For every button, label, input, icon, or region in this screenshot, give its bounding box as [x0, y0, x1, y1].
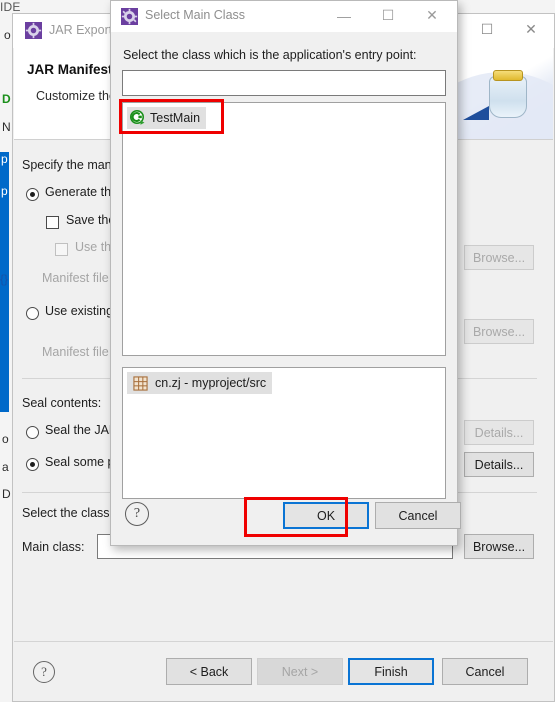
radio-seal-jar-label: Seal the JAR [45, 423, 118, 437]
list-item-label: TestMain [150, 111, 201, 125]
ide-fragment: o [2, 432, 9, 446]
browse-button-1: Browse... [464, 245, 534, 270]
ide-fragment: a [2, 460, 9, 474]
help-icon[interactable]: ? [125, 502, 149, 526]
dialog-close-button[interactable]: ✕ [410, 1, 454, 30]
main-class-label: Main class: [22, 540, 85, 554]
wizard-title: JAR Export [49, 23, 113, 37]
details-button-1: Details... [464, 420, 534, 445]
checkbox-use-saved-manifest [55, 243, 68, 256]
cancel-button[interactable]: Cancel [442, 658, 528, 685]
dialog-title: Select Main Class [145, 8, 246, 22]
browse-button-3[interactable]: Browse... [464, 534, 534, 559]
cancel-button[interactable]: Cancel [375, 502, 461, 529]
dialog-maximize-button[interactable]: ☐ [366, 1, 410, 30]
list-item-label: cn.zj - myproject/src [155, 376, 267, 390]
manifest-section-label: Specify the man [22, 158, 112, 172]
ide-fragment: o [4, 28, 11, 42]
manifest-file-label-1: Manifest file [42, 271, 109, 285]
browse-button-2: Browse... [464, 319, 534, 344]
ide-window-title: IDE [0, 0, 21, 14]
back-button[interactable]: < Back [166, 658, 252, 685]
ide-fragment: p [1, 152, 8, 166]
wizard-footer: ? < Back Next > Finish Cancel [14, 641, 553, 700]
ide-fragment: N [2, 120, 11, 134]
radio-seal-some-packages[interactable] [26, 458, 39, 471]
seal-section-label: Seal contents: [22, 396, 102, 410]
gear-icon [121, 8, 138, 25]
matching-classes-list[interactable]: TestMain [122, 102, 446, 356]
ide-fragment: p [1, 184, 8, 198]
radio-use-existing-manifest[interactable] [26, 307, 39, 320]
dialog-titlebar: Select Main Class — ☐ ✕ [111, 1, 457, 32]
manifest-file-label-2: Manifest file [42, 345, 109, 359]
ok-button[interactable]: OK [283, 502, 369, 529]
list-item[interactable]: cn.zj - myproject/src [127, 372, 273, 394]
finish-button[interactable]: Finish [348, 658, 434, 685]
dialog-minimize-button[interactable]: — [322, 1, 366, 30]
package-icon [133, 375, 148, 391]
radio-seal-jar[interactable] [26, 426, 39, 439]
details-button-2[interactable]: Details... [464, 452, 534, 477]
select-class-section-label: Select the class [22, 506, 110, 520]
ide-fragment: D [2, 487, 11, 501]
radio-generate-manifest[interactable] [26, 188, 39, 201]
wizard-maximize-button[interactable]: ☐ [466, 14, 508, 44]
java-class-icon [130, 110, 145, 125]
next-button: Next > [257, 658, 343, 685]
screen-root: IDE o D N p p {} o a D JAR Export ☐ ✕ JA… [0, 0, 555, 702]
class-filter-input[interactable] [122, 70, 446, 96]
help-icon[interactable]: ? [33, 661, 55, 683]
radio-use-existing-manifest-label: Use existing [45, 304, 114, 318]
jar-banner-image [443, 48, 553, 139]
wizard-close-button[interactable]: ✕ [510, 14, 552, 44]
radio-generate-manifest-label: Generate the [45, 185, 118, 199]
dialog-prompt: Select the class which is the applicatio… [123, 48, 417, 62]
package-list[interactable]: cn.zj - myproject/src [122, 367, 446, 499]
checkbox-save-manifest[interactable] [46, 216, 59, 229]
checkbox-save-manifest-label: Save the [66, 213, 116, 227]
ide-fragment: {} [0, 272, 9, 286]
radio-seal-some-packages-label: Seal some p [45, 455, 115, 469]
list-item[interactable]: TestMain [127, 107, 207, 129]
select-main-class-dialog: Select Main Class — ☐ ✕ Select the class… [110, 0, 461, 546]
dialog-content: Select the class which is the applicatio… [111, 32, 461, 545]
ide-fragment: D [2, 92, 11, 106]
gear-icon [25, 22, 42, 39]
